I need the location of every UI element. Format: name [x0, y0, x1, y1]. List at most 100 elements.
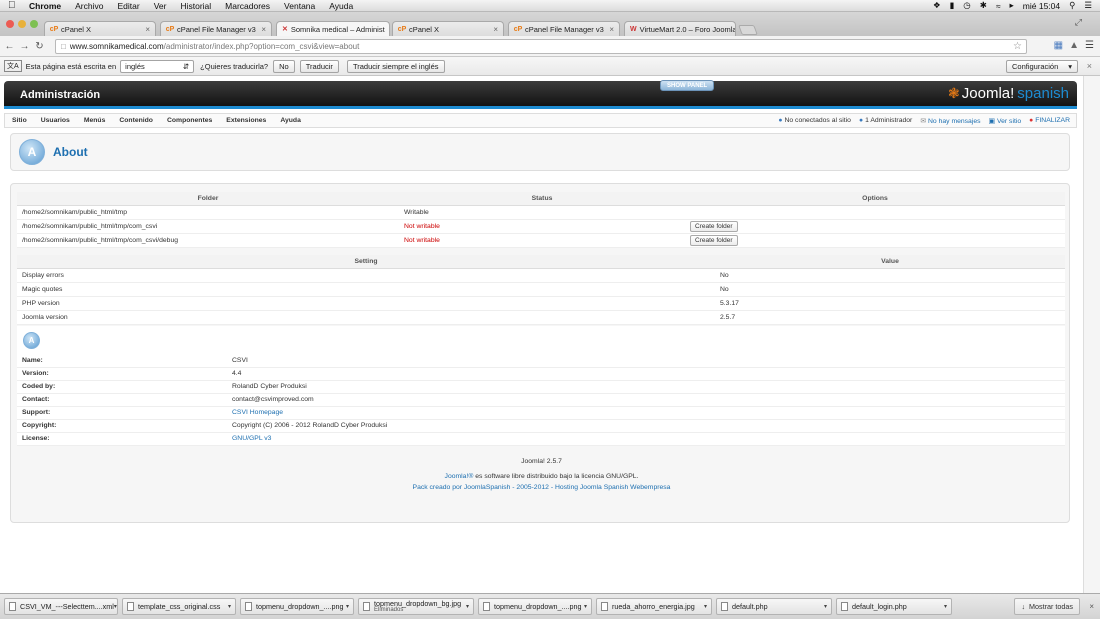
menu-sitio[interactable]: Sitio	[5, 117, 34, 124]
close-tab-icon[interactable]: ×	[141, 25, 150, 34]
close-tab-icon[interactable]: ×	[489, 25, 498, 34]
show-panel-button[interactable]: SHOW PANEL	[660, 80, 715, 91]
no-translate-button[interactable]: No	[273, 59, 295, 73]
download-item[interactable]: rueda_ahorro_energia.jpg ▾	[596, 598, 712, 615]
menu-contenido[interactable]: Contenido	[112, 117, 160, 124]
download-item[interactable]: default_login.php ▾	[836, 598, 952, 615]
close-downloads-icon[interactable]: ×	[1089, 602, 1094, 611]
tab-filemanager-2[interactable]: cP cPanel File Manager v3 ×	[508, 21, 620, 36]
license-link[interactable]: GNU/GPL v3	[232, 435, 271, 442]
menu-marcadores[interactable]: Marcadores	[225, 1, 270, 11]
forward-icon[interactable]: →	[17, 41, 32, 52]
close-tab-icon[interactable]: ×	[385, 25, 390, 34]
download-item[interactable]: topmenu_dropdown_....png ▾	[478, 598, 592, 615]
menu-ayuda[interactable]: Ayuda	[329, 1, 353, 11]
translate-button[interactable]: Traducir	[299, 59, 339, 73]
tab-virtuemart[interactable]: WVirtueMart 2.0 – Foro Joomla×	[624, 21, 736, 36]
config-button[interactable]: Configuración ▾	[1006, 60, 1078, 73]
col-value: Value	[715, 255, 1065, 269]
tab-somnika-admin[interactable]: ✕Somnika medical – Administ×	[276, 21, 390, 36]
download-item[interactable]: topmenu_dropdown_bg.jpg Eliminados ▾	[358, 598, 474, 615]
tab-filemanager-1[interactable]: cP cPanel File Manager v3 ×	[160, 21, 272, 36]
chevron-down-icon[interactable]: ▾	[944, 603, 947, 610]
menu-editar[interactable]: Editar	[117, 1, 139, 11]
clock[interactable]: mié 15:04	[1023, 1, 1060, 11]
show-all-downloads-button[interactable]: ↓ Mostrar todas	[1014, 598, 1080, 615]
close-translate-icon[interactable]: ×	[1087, 61, 1092, 71]
zoom-window-icon[interactable]	[30, 20, 38, 28]
spotlight-icon[interactable]: ⚲	[1069, 0, 1075, 11]
chevron-down-icon[interactable]: ▾	[824, 603, 827, 610]
extension-icon[interactable]: ▲	[1069, 40, 1079, 51]
tab-label: cPanel File Manager v3	[525, 24, 604, 34]
chevron-down-icon[interactable]: ▾	[704, 603, 707, 610]
tab-cpanel-1[interactable]: cP cPanel X ×	[44, 21, 156, 36]
create-folder-button[interactable]: Create folder	[690, 234, 738, 246]
menu-ver[interactable]: Ver	[154, 1, 167, 11]
chrome-menu-icon[interactable]: ☰	[1085, 40, 1094, 51]
translate-icon[interactable]: ▦	[1054, 40, 1063, 51]
setting-value: 2.5.7	[715, 310, 1065, 325]
always-translate-button[interactable]: Traducir siempre el inglés	[346, 59, 445, 73]
messages-link[interactable]: ✉ No hay mensajes	[920, 117, 980, 125]
close-window-icon[interactable]	[6, 20, 14, 28]
view-site-link[interactable]: ▣ Ver sitio	[989, 117, 1022, 125]
timemachine-icon[interactable]: ◷	[963, 0, 970, 11]
menu-usuarios[interactable]: Usuarios	[34, 117, 77, 124]
translate-bar: 文A Esta página está escrita en inglés ⇵ ¿…	[0, 57, 1100, 76]
download-item[interactable]: template_css_original.css ▾	[122, 598, 236, 615]
chevron-down-icon[interactable]: ▾	[346, 603, 349, 610]
table-row: Name: CSVI	[17, 354, 1065, 368]
csvi-logo-icon: A	[23, 332, 40, 349]
battery-icon[interactable]: ▮	[950, 0, 955, 11]
reload-icon[interactable]: ↻	[32, 41, 47, 52]
menu-ventana[interactable]: Ventana	[284, 1, 315, 11]
chevron-down-icon[interactable]: ▾	[584, 603, 587, 610]
download-item[interactable]: default.php ▾	[716, 598, 832, 615]
joomla-version: Joomla! 2.5.7	[521, 458, 562, 465]
support-link[interactable]: CSVI Homepage	[232, 409, 283, 416]
component-info: A Name: CSVI Version: 4.4 Coded by: RolandD…	[17, 326, 1065, 446]
page-content: Administración ❃ Joomla! spanish SHOW PAN…	[0, 76, 1083, 593]
wifi-icon[interactable]: ≈	[996, 1, 1001, 11]
config-label: Configuración	[1012, 62, 1059, 71]
minimize-window-icon[interactable]	[18, 20, 26, 28]
address-bar[interactable]: □ www.somnikamedical.com/administrator/i…	[55, 39, 1027, 54]
volume-icon[interactable]: ▸	[1010, 0, 1014, 11]
pack-link[interactable]: Pack creado por JoomlaSpanish - 2005-201…	[0, 484, 1083, 491]
bluetooth-icon[interactable]: ✱	[980, 0, 987, 11]
chevron-down-icon[interactable]: ▾	[466, 603, 469, 610]
chevron-down-icon[interactable]: ▾	[114, 603, 117, 610]
fullscreen-icon[interactable]: ⤢	[1075, 17, 1082, 28]
vertical-scrollbar[interactable]	[1083, 76, 1100, 593]
bookmark-star-icon[interactable]: ☆	[1013, 41, 1026, 52]
menu-menus[interactable]: Menús	[77, 117, 113, 124]
download-item[interactable]: CSVI_VM_---Selecttem....xml ▾	[4, 598, 118, 615]
create-folder-button[interactable]: Create folder	[690, 220, 738, 232]
back-icon[interactable]: ←	[2, 41, 17, 52]
col-options: Options	[685, 192, 1065, 206]
download-name: default_login.php	[852, 602, 907, 611]
list-icon[interactable]: ☰	[1084, 0, 1092, 11]
menu-archivo[interactable]: Archivo	[75, 1, 103, 11]
dropbox-icon[interactable]: ❖	[933, 0, 941, 11]
download-item[interactable]: topmenu_dropdown_....png ▾	[240, 598, 354, 615]
online-text: No conectados al sitio	[784, 116, 851, 124]
new-tab-button[interactable]	[738, 25, 758, 35]
menu-ayuda-admin[interactable]: Ayuda	[273, 117, 308, 124]
menu-historial[interactable]: Historial	[180, 1, 211, 11]
info-key: Copyright:	[17, 419, 227, 433]
menu-componentes[interactable]: Componentes	[160, 117, 219, 124]
tab-cpanel-2[interactable]: cP cPanel X ×	[392, 21, 504, 36]
chevron-down-icon[interactable]: ▾	[228, 603, 231, 610]
tab-label: cPanel X	[409, 24, 440, 34]
close-tab-icon[interactable]: ×	[257, 25, 266, 34]
menu-extensiones[interactable]: Extensiones	[219, 117, 273, 124]
apple-icon[interactable]: 	[8, 0, 22, 11]
joomla-link[interactable]: Joomla!®	[445, 473, 474, 480]
cpanel-favicon-icon: cP	[397, 25, 407, 33]
menu-app[interactable]: Chrome	[29, 1, 61, 11]
close-tab-icon[interactable]: ×	[605, 25, 614, 34]
language-select[interactable]: inglés ⇵	[120, 59, 195, 73]
logout-link[interactable]: ● FINALIZAR	[1029, 117, 1070, 125]
